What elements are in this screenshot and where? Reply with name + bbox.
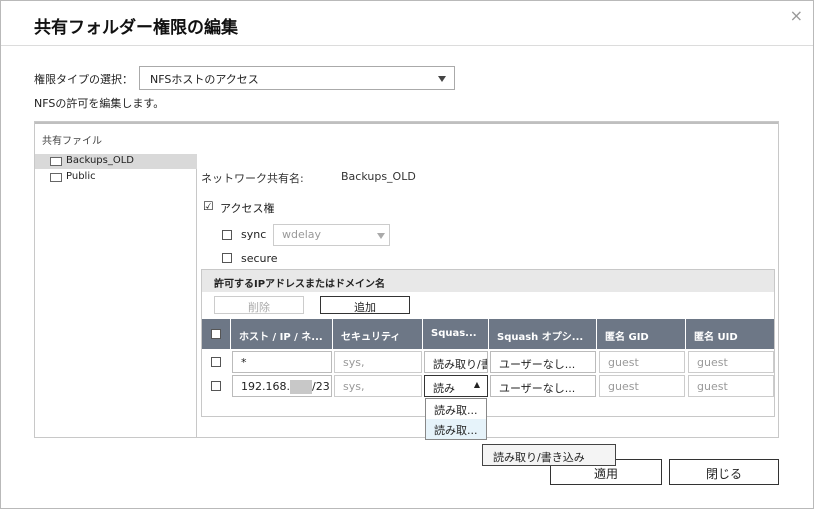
shared-files-header: 共有ファイル	[35, 122, 778, 154]
squash-select-open[interactable]: 読み ▲	[424, 375, 488, 397]
row-checkbox[interactable]	[211, 357, 221, 367]
redacted-octet	[289, 380, 312, 394]
dropdown-option-highlighted[interactable]: 読み取...	[426, 419, 486, 439]
permission-type-value: NFSホストのアクセス	[150, 73, 259, 86]
access-label: アクセス権	[220, 202, 275, 215]
edit-share-permission-dialog: 共有フォルダー権限の編集 × 権限タイプの選択： NFSホストのアクセス NFS…	[0, 0, 814, 509]
squash-dropdown-list: 読み取... 読み取...	[425, 398, 487, 440]
network-share-label: ネットワーク共有名:	[201, 172, 304, 185]
folder-icon	[50, 173, 62, 182]
network-share-value: Backups_OLD	[341, 170, 416, 183]
description-text: NFSの許可を編集します。	[34, 97, 165, 110]
select-all-cell	[202, 319, 231, 349]
sync-checkbox[interactable]	[222, 230, 232, 240]
anon-uid-input[interactable]: guest	[688, 351, 774, 373]
sync-mode-value: wdelay	[282, 228, 322, 241]
access-checkbox[interactable]: ☑	[203, 199, 214, 213]
host-input[interactable]: 192.168. /23	[232, 375, 332, 397]
host-ip-suffix: /23	[311, 380, 330, 393]
permission-type-select[interactable]: NFSホストのアクセス	[139, 66, 455, 90]
tree-item-label: Backups_OLD	[66, 155, 135, 166]
tree-item-backups-old[interactable]: Backups_OLD	[35, 154, 197, 169]
anon-gid-input[interactable]: guest	[599, 351, 685, 373]
close-icon[interactable]: ×	[790, 6, 803, 25]
permission-type-label: 権限タイプの選択：	[34, 73, 133, 86]
anon-uid-input[interactable]: guest	[688, 375, 774, 397]
tree-item-public[interactable]: Public	[35, 170, 197, 185]
dropdown-option[interactable]: 読み取...	[426, 399, 486, 419]
allowed-hosts-header: 許可するIPアドレスまたはドメイン名	[202, 270, 774, 292]
select-all-checkbox[interactable]	[211, 329, 221, 339]
hosts-table-header: ホスト / IP / ネ... セキュリティ Squas... Squash オ…	[202, 319, 774, 349]
dialog-title-bar: 共有フォルダー権限の編集 ×	[1, 1, 813, 46]
tooltip: 読み取り/書き込み	[482, 444, 616, 466]
squash-option-select[interactable]: ユーザーなし...	[490, 375, 596, 397]
secure-checkbox[interactable]	[222, 253, 232, 263]
column-header-squash-option[interactable]: Squash オプシ...	[489, 319, 597, 349]
dialog-title: 共有フォルダー権限の編集	[34, 18, 238, 38]
sync-mode-select[interactable]: wdelay	[273, 224, 390, 246]
column-header-anon-gid[interactable]: 匿名 GID	[597, 319, 686, 349]
host-input[interactable]: *	[232, 351, 332, 373]
security-input[interactable]: sys,	[334, 351, 422, 373]
secure-label: secure	[241, 252, 278, 265]
add-button[interactable]: 追加	[320, 296, 410, 314]
tree-item-label: Public	[66, 171, 96, 182]
folder-icon	[50, 157, 62, 166]
squash-option-select[interactable]: ユーザーなし...	[490, 351, 596, 373]
close-button[interactable]: 閉じる	[669, 459, 779, 485]
squash-select-value: 読み	[433, 382, 455, 395]
caret-up-icon: ▲	[473, 380, 480, 389]
column-header-host[interactable]: ホスト / IP / ネ...	[231, 319, 333, 349]
squash-select[interactable]: 読み取り/書	[424, 351, 488, 373]
delete-button[interactable]: 削除	[214, 296, 304, 314]
column-header-squash[interactable]: Squas...	[423, 319, 489, 349]
host-ip-prefix: 192.168.	[241, 380, 290, 393]
sync-label: sync	[241, 228, 267, 241]
folder-tree: Backups_OLD Public	[35, 154, 197, 438]
anon-gid-input[interactable]: guest	[599, 375, 685, 397]
row-checkbox[interactable]	[211, 381, 221, 391]
column-header-anon-uid[interactable]: 匿名 UID	[686, 319, 774, 349]
security-input[interactable]: sys,	[334, 375, 422, 397]
chevron-down-icon	[438, 76, 446, 82]
column-header-security[interactable]: セキュリティ	[333, 319, 423, 349]
chevron-down-icon	[377, 233, 385, 239]
